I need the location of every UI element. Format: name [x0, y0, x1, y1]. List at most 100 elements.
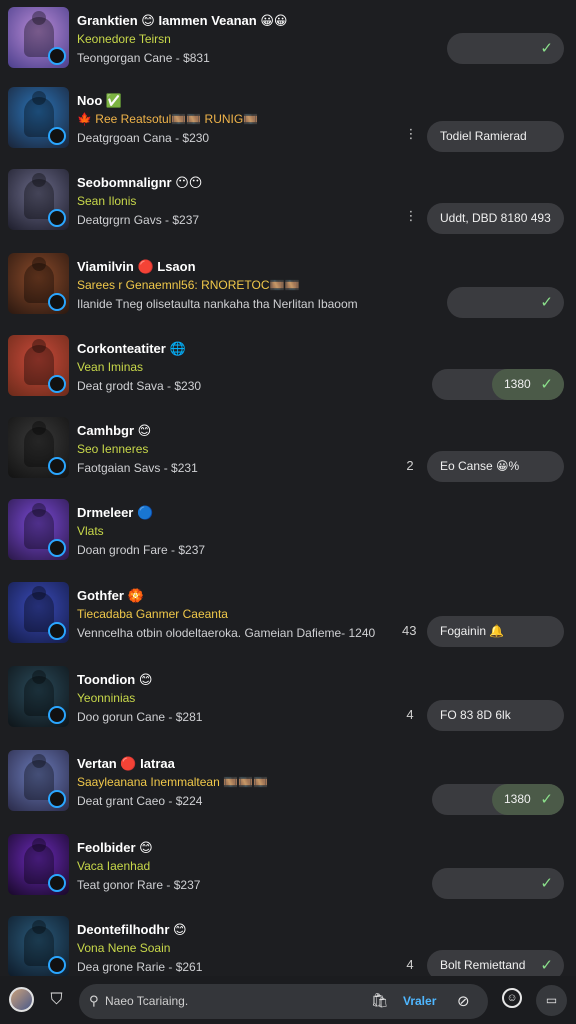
search-input[interactable]: [105, 990, 355, 1012]
game-thumbnail[interactable]: [8, 666, 69, 727]
check-icon: ✓: [540, 875, 553, 892]
item-title: Seobomnalignr 😶😶: [77, 175, 203, 190]
list-item[interactable]: Seobomnalignr 😶😶 Sean Ilonis Deatgrgrn Gav…: [0, 165, 576, 249]
action-pill[interactable]: Fogainin 🔔: [427, 616, 564, 647]
action-pill[interactable]: Uddt, DBD 8180 493: [427, 203, 564, 234]
pill-segment[interactable]: 1380: [492, 784, 564, 815]
item-meta: Doo gorun Cane - $281: [77, 710, 203, 724]
more-options-icon[interactable]: 4: [403, 957, 417, 972]
item-meta: Teongorgan Cane - $831: [77, 51, 210, 65]
game-thumbnail[interactable]: [8, 87, 69, 148]
action-pill[interactable]: ✓: [447, 33, 564, 64]
check-icon: ✓: [540, 791, 553, 808]
list-item[interactable]: Toondion 😊 Yeonninias Doo gorun Cane - $28…: [0, 662, 576, 746]
action-pill[interactable]: Todiel Ramierad: [427, 121, 564, 152]
check-icon: ✓: [540, 957, 553, 974]
item-subtitle: Saayleanana Inemmaltean 🎞️🎞️🎞️: [77, 775, 268, 789]
list-item[interactable]: Viamilvin 🔴 Lsaon Sarees r Genaemnl56: RN…: [0, 249, 576, 333]
item-subtitle: Sean Ilonis: [77, 194, 137, 208]
list-item[interactable]: Noo ✅ 🍁 Ree Reatsotul🎞️🎞️ RUNIG🎞️ Deatgrgo…: [0, 83, 576, 167]
game-thumbnail[interactable]: [8, 834, 69, 895]
list-item[interactable]: Vertan 🔴 Iatraa Saayleanana Inemmaltean 🎞…: [0, 746, 576, 830]
item-meta: Venncelha otbin olodeltaeroka. Gameian D…: [77, 626, 376, 640]
status-badge: [48, 956, 66, 974]
filter-button[interactable]: Vraler: [403, 994, 436, 1008]
item-subtitle: Vean Iminas: [77, 360, 144, 374]
more-options-icon[interactable]: ⋮: [404, 126, 418, 142]
item-meta: Faotgaian Savs - $231: [77, 461, 198, 475]
status-badge: [48, 209, 66, 227]
search-lens-icon[interactable]: ⊘: [457, 992, 470, 1010]
status-badge: [48, 874, 66, 892]
pill-label: Fogainin 🔔: [440, 624, 505, 638]
item-subtitle: Vlats: [77, 524, 104, 538]
check-icon: ✓: [540, 40, 553, 57]
action-pill[interactable]: 1380 ✓: [432, 369, 564, 400]
item-title: Toondion 😊: [77, 672, 153, 687]
action-pill[interactable]: FO 83 8D 6lk: [427, 700, 564, 731]
emoji-icon[interactable]: ☺: [502, 988, 522, 1008]
pill-segment[interactable]: 1380: [492, 369, 564, 400]
item-title: Granktien 😊 Iammen Veanan 😀😀: [77, 13, 288, 28]
item-subtitle: 🍁 Ree Reatsotul🎞️🎞️ RUNIG🎞️: [77, 112, 259, 126]
action-pill[interactable]: ✓: [432, 868, 564, 899]
item-title: Vertan 🔴 Iatraa: [77, 756, 175, 771]
action-pill[interactable]: Eo Canse 😀%: [427, 451, 564, 482]
game-thumbnail[interactable]: [8, 253, 69, 314]
game-thumbnail[interactable]: [8, 499, 69, 560]
game-thumbnail[interactable]: [8, 582, 69, 643]
item-meta: Teat gonor Rare - $237: [77, 878, 201, 892]
status-badge: [48, 457, 66, 475]
item-title: Viamilvin 🔴 Lsaon: [77, 259, 196, 274]
game-thumbnail[interactable]: [8, 916, 69, 977]
action-pill[interactable]: ✓: [447, 287, 564, 318]
item-title: Feolbider 😊: [77, 840, 153, 855]
pill-segment-label: 1380: [504, 377, 531, 391]
item-title: Gothfer 🏵️: [77, 588, 144, 603]
status-badge: [48, 47, 66, 65]
status-badge: [48, 706, 66, 724]
game-thumbnail[interactable]: [8, 335, 69, 396]
status-badge: [48, 127, 66, 145]
bag-icon[interactable]: 🛍: [371, 992, 389, 1009]
item-subtitle: Vaca Iaenhad: [77, 859, 151, 873]
pill-label: FO 83 8D 6lk: [440, 708, 511, 722]
item-title: Deontefilhodhr 😊: [77, 922, 187, 937]
action-pill[interactable]: 1380 ✓: [432, 784, 564, 815]
more-options-icon[interactable]: 4: [403, 707, 417, 722]
game-thumbnail[interactable]: [8, 417, 69, 478]
list-item[interactable]: Granktien 😊 Iammen Veanan 😀😀 Keonedore Te…: [0, 3, 576, 87]
search-bar[interactable]: ⚲ 🛍 Vraler ⊘: [79, 984, 488, 1019]
game-thumbnail[interactable]: [8, 7, 69, 68]
game-thumbnail[interactable]: [8, 169, 69, 230]
item-meta: Deatgrgoan Cana - $230: [77, 131, 210, 145]
grid-icon[interactable]: ▭: [536, 985, 567, 1016]
list-item[interactable]: Gothfer 🏵️ Tiecadaba Ganmer Caeanta Vennce…: [0, 578, 576, 662]
pill-segment-label: 1380: [504, 792, 531, 806]
list-item[interactable]: Drmeleer 🔵 Vlats Doan grodn Fare - $237: [0, 495, 576, 579]
check-icon: ✓: [540, 376, 553, 393]
item-subtitle: Yeonninias: [77, 691, 136, 705]
list-item[interactable]: Corkonteatiter 🌐 Vean Iminas Deat grodt Sa…: [0, 331, 576, 415]
pill-label: Uddt, DBD 8180 493: [440, 211, 551, 225]
shield-icon[interactable]: ⛉: [47, 990, 66, 1009]
avatar[interactable]: [9, 987, 34, 1012]
item-subtitle: Keonedore Teirsn: [77, 32, 171, 46]
more-options-icon[interactable]: 2: [403, 458, 417, 473]
list-item[interactable]: Camhbgr 😊 Seo Ienneres Faotgaian Savs - $2…: [0, 413, 576, 497]
item-meta: Deatgrgrn Gavs - $237: [77, 213, 200, 227]
item-title: Drmeleer 🔵: [77, 505, 154, 520]
pill-label: Eo Canse 😀%: [440, 459, 520, 473]
bottom-bar: ⛉ ⚲ 🛍 Vraler ⊘ ☺ ▭: [0, 976, 576, 1024]
status-badge: [48, 293, 66, 311]
game-thumbnail[interactable]: [8, 750, 69, 811]
item-meta: Deat grodt Sava - $230: [77, 379, 202, 393]
item-subtitle: Sarees r Genaemnl56: RNORETOC🎞️🎞️: [77, 278, 300, 292]
more-options-icon[interactable]: 43: [402, 623, 416, 638]
item-title: Noo ✅: [77, 93, 123, 108]
more-options-icon[interactable]: ⋮: [404, 208, 418, 224]
check-icon: ✓: [540, 294, 553, 311]
item-meta: Doan grodn Fare - $237: [77, 543, 206, 557]
list-item[interactable]: Feolbider 😊 Vaca Iaenhad Teat gonor Rare -…: [0, 830, 576, 914]
item-title: Corkonteatiter 🌐: [77, 341, 186, 356]
